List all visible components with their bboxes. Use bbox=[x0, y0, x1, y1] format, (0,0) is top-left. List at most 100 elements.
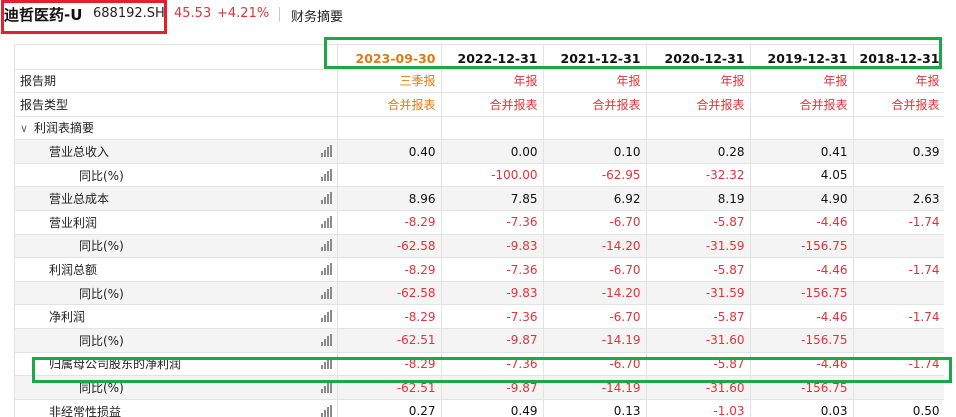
table-cell: -5.87 bbox=[646, 210, 751, 235]
table-cell: 合并报表 bbox=[543, 92, 647, 117]
row-label-cell: 同比(%) bbox=[15, 328, 338, 353]
row-label-cell: 净利润 bbox=[15, 304, 338, 330]
bar-chart-icon[interactable] bbox=[320, 239, 332, 252]
table-cell: 0.10 bbox=[543, 139, 647, 164]
header-divider bbox=[279, 7, 280, 22]
table-cell: -5.87 bbox=[646, 257, 751, 282]
table-cell: 0.27 bbox=[337, 399, 442, 417]
table-cell: -8.29 bbox=[337, 304, 442, 330]
table-cell: 0.41 bbox=[750, 139, 854, 164]
bar-chart-icon[interactable] bbox=[320, 404, 332, 417]
price-change: +4.21% bbox=[217, 6, 270, 21]
row-label: 同比(%) bbox=[79, 333, 124, 348]
table-row: 同比(%) -62.58 -9.83 -14.20 -31.59 -156.75 bbox=[15, 234, 944, 259]
row-label-cell: 利润总额 bbox=[15, 257, 338, 282]
table-cell: -4.46 bbox=[750, 304, 854, 330]
table-cell: -6.70 bbox=[543, 304, 647, 330]
table-cell: 0.49 bbox=[441, 399, 544, 417]
table-cell: 三季报 bbox=[337, 69, 442, 94]
table-cell: -1.74 bbox=[853, 257, 944, 282]
table-cell: -31.59 bbox=[646, 281, 751, 306]
table-cell: 合并报表 bbox=[750, 92, 854, 117]
table-cell: -9.87 bbox=[441, 328, 544, 353]
table-cell: 年报 bbox=[441, 69, 544, 94]
table-cell: 年报 bbox=[646, 69, 751, 94]
table-cell: -6.70 bbox=[543, 257, 647, 282]
report-type-row: 报告类型 合并报表 合并报表 合并报表 合并报表 合并报表 合并报表 bbox=[15, 92, 944, 117]
row-label-cell: 营业利润 bbox=[15, 210, 338, 235]
table-cell: -31.60 bbox=[646, 328, 751, 353]
table-cell: -8.29 bbox=[337, 210, 442, 235]
table-cell: 0.28 bbox=[646, 139, 751, 164]
table-cell: -156.75 bbox=[750, 234, 854, 259]
bar-chart-icon[interactable] bbox=[320, 310, 332, 323]
table-cell: -100.00 bbox=[441, 163, 544, 188]
row-label: 营业利润 bbox=[49, 215, 98, 230]
row-label-cell: 非经常性损益 bbox=[15, 399, 338, 417]
table-cell: -62.58 bbox=[337, 281, 442, 306]
table-cell bbox=[441, 116, 544, 141]
table-cell: -7.36 bbox=[441, 210, 544, 235]
table-cell: 合并报表 bbox=[853, 92, 944, 117]
table-cell bbox=[543, 116, 647, 141]
table-row: 营业利润 -8.29 -7.36 -6.70 -5.87 -4.46 -1.74 bbox=[15, 210, 944, 235]
table-row: 同比(%) -62.51 -9.87 -14.19 -31.60 -156.75 bbox=[15, 328, 944, 353]
bar-chart-icon[interactable] bbox=[320, 168, 332, 181]
row-label-cell: 营业总成本 bbox=[15, 186, 338, 212]
table-cell: -9.83 bbox=[441, 234, 544, 259]
row-label: 同比(%) bbox=[79, 286, 124, 301]
table-row: 营业总收入 0.40 0.00 0.10 0.28 0.41 0.39 bbox=[15, 139, 944, 164]
table-cell: -4.46 bbox=[750, 210, 854, 235]
row-label-cell: 同比(%) bbox=[15, 234, 338, 259]
table-cell: -7.36 bbox=[441, 304, 544, 330]
table-cell: -7.36 bbox=[441, 257, 544, 282]
bar-chart-icon[interactable] bbox=[320, 145, 332, 158]
row-label: 报告期 bbox=[15, 69, 338, 94]
chevron-down-icon: ∨ bbox=[20, 122, 29, 136]
row-label: 净利润 bbox=[49, 310, 86, 325]
table-cell: -62.51 bbox=[337, 328, 442, 353]
table-cell: 4.05 bbox=[750, 163, 854, 188]
row-label-cell: 同比(%) bbox=[15, 163, 338, 188]
table-cell: -31.59 bbox=[646, 234, 751, 259]
tab-financial-summary[interactable]: 财务摘要 bbox=[291, 6, 343, 25]
table-cell: -156.75 bbox=[750, 281, 854, 306]
header-blank-cell bbox=[15, 45, 338, 70]
table-cell bbox=[853, 116, 944, 141]
table-cell: 合并报表 bbox=[337, 92, 442, 117]
row-label: 利润总额 bbox=[49, 263, 98, 278]
row-label: 报告类型 bbox=[15, 92, 338, 117]
bar-chart-icon[interactable] bbox=[320, 215, 332, 228]
bar-chart-icon[interactable] bbox=[320, 263, 332, 276]
bar-chart-icon[interactable] bbox=[320, 286, 332, 299]
row-label: 同比(%) bbox=[79, 239, 124, 254]
table-cell: 0.00 bbox=[441, 139, 544, 164]
row-label: 营业总收入 bbox=[49, 145, 110, 160]
table-cell: -156.75 bbox=[750, 328, 854, 353]
stock-name-highlight bbox=[1, 0, 167, 34]
table-cell: -62.58 bbox=[337, 234, 442, 259]
table-cell: -14.20 bbox=[543, 234, 647, 259]
row-label-cell: 同比(%) bbox=[15, 281, 338, 306]
table-cell: 4.90 bbox=[750, 186, 854, 212]
table-cell: -1.74 bbox=[853, 304, 944, 330]
table-cell: 8.19 bbox=[646, 186, 751, 212]
table-cell bbox=[853, 163, 944, 188]
table-cell: 0.40 bbox=[337, 139, 442, 164]
table-cell bbox=[750, 116, 854, 141]
row-label: 同比(%) bbox=[79, 168, 124, 183]
table-cell: 7.85 bbox=[441, 186, 544, 212]
table-cell bbox=[853, 234, 944, 259]
table-cell: -14.19 bbox=[543, 328, 647, 353]
bar-chart-icon[interactable] bbox=[320, 333, 332, 346]
section-row[interactable]: ∨ 利润表摘要 bbox=[15, 116, 944, 141]
table-cell: 合并报表 bbox=[646, 92, 751, 117]
section-toggle[interactable]: ∨ 利润表摘要 bbox=[15, 116, 338, 141]
table-row: 非经常性损益 0.27 0.49 0.13 -1.03 0.03 0.50 bbox=[15, 399, 944, 417]
table-cell: -5.87 bbox=[646, 304, 751, 330]
bar-chart-icon[interactable] bbox=[320, 192, 332, 205]
table-cell: 6.92 bbox=[543, 186, 647, 212]
table-row: 同比(%) -62.58 -9.83 -14.20 -31.59 -156.75 bbox=[15, 281, 944, 306]
net-profit-row-highlight bbox=[32, 357, 952, 383]
table-cell: -6.70 bbox=[543, 210, 647, 235]
